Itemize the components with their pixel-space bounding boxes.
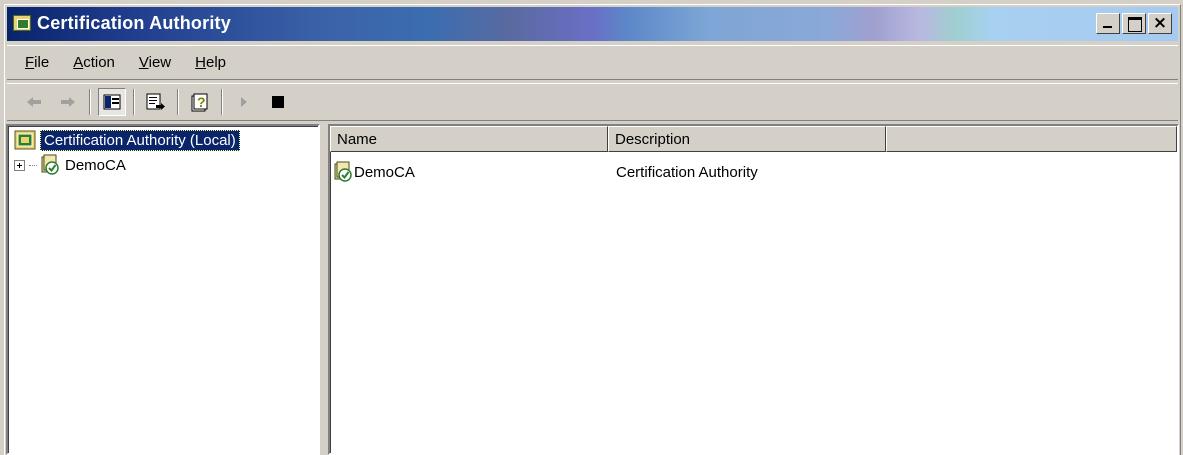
pane-splitter[interactable]: [321, 124, 326, 455]
export-list-icon: [146, 93, 165, 110]
export-list-button[interactable]: [142, 88, 170, 116]
maximize-icon: [1123, 14, 1145, 33]
tree-root-node[interactable]: Certification Authority (Local): [14, 128, 240, 152]
certsrv-console-icon: [14, 130, 36, 150]
show-hide-tree-icon: [103, 94, 121, 110]
tree-node-democa[interactable]: DemoCA: [14, 154, 126, 176]
help-button[interactable]: ?: [186, 88, 214, 116]
list-header: Name Description: [330, 126, 1177, 152]
window-title: Certification Authority: [37, 13, 231, 33]
list-item[interactable]: DemoCA Certification Authority: [332, 160, 758, 184]
menu-view[interactable]: View: [127, 54, 183, 71]
menu-help[interactable]: Help: [183, 54, 238, 71]
certsrv-console-icon: [13, 15, 31, 31]
tree-node-label: DemoCA: [65, 156, 126, 174]
column-header-empty[interactable]: [886, 126, 1177, 152]
show-hide-tree-button[interactable]: [98, 88, 126, 116]
toolbar-separator: [89, 89, 91, 115]
column-header-name[interactable]: Name: [330, 126, 608, 152]
back-icon: [27, 97, 41, 107]
close-icon: ×: [1152, 13, 1168, 33]
title-bar[interactable]: Certification Authority ×: [7, 7, 1178, 41]
toolbar-separator: [177, 89, 179, 115]
close-button[interactable]: ×: [1148, 13, 1172, 34]
stop-service-icon: [272, 96, 284, 108]
forward-icon: [61, 97, 75, 107]
list-item-name-cell: DemoCA: [332, 161, 608, 183]
expand-icon[interactable]: [14, 159, 25, 171]
start-service-button[interactable]: [230, 88, 258, 116]
menu-file[interactable]: File: [13, 54, 61, 71]
menu-bar: File Action View Help: [7, 45, 1178, 80]
console-tree[interactable]: Certification Authority (Local) DemoCA: [6, 124, 320, 455]
toolbar-separator: [133, 89, 135, 115]
tree-root-label: Certification Authority (Local): [40, 129, 240, 151]
minimize-button[interactable]: [1096, 13, 1120, 34]
stop-service-button[interactable]: [264, 88, 292, 116]
svg-text:?: ?: [197, 94, 206, 110]
details-list[interactable]: Name Description DemoCA Certification Au…: [328, 124, 1179, 455]
help-icon: ?: [191, 93, 208, 112]
tree-connector: [29, 164, 37, 166]
certificate-authority-icon: [41, 154, 59, 175]
certificate-authority-icon: [334, 161, 352, 182]
column-header-description[interactable]: Description: [608, 126, 886, 152]
toolbar-separator: [221, 89, 223, 115]
forward-button[interactable]: [54, 88, 82, 116]
start-service-icon: [241, 97, 247, 107]
toolbar: ?: [7, 83, 1178, 121]
menu-action[interactable]: Action: [61, 54, 127, 71]
list-item-name: DemoCA: [354, 163, 415, 181]
minimize-icon: [1097, 14, 1119, 33]
window-controls: ×: [1096, 13, 1172, 34]
list-item-description: Certification Authority: [616, 163, 758, 181]
maximize-button[interactable]: [1122, 13, 1146, 34]
back-button[interactable]: [20, 88, 48, 116]
